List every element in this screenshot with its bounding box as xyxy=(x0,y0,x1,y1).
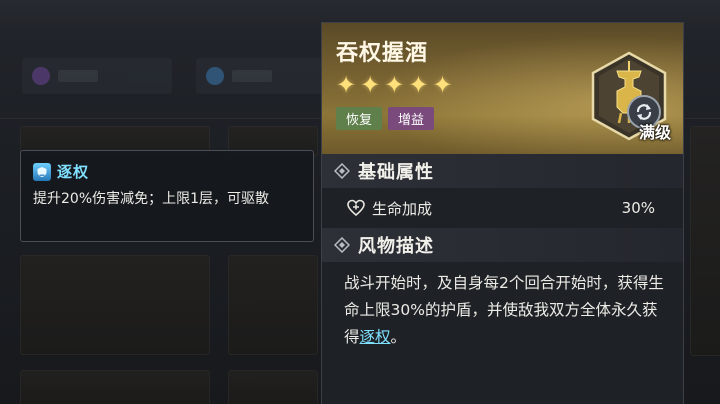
diamond-icon xyxy=(334,237,350,253)
heart-icon xyxy=(347,199,365,217)
tooltip-title: 逐权 xyxy=(57,163,90,181)
tag-restore: 恢复 xyxy=(336,107,383,130)
relic-header: 吞权握酒 ✦ ✦ ✦ ✦ ✦ 恢复 增益 满级 xyxy=(322,23,683,154)
background-tab xyxy=(22,58,172,94)
diamond-icon xyxy=(334,163,350,179)
attribute-row: 生命加成 30% xyxy=(322,188,683,228)
attribute-name: 生命加成 xyxy=(372,199,433,218)
star-icon: ✦ xyxy=(384,71,405,99)
attribute-value: 30% xyxy=(621,199,655,217)
keyword-tooltip: 逐权 提升20%伤害减免；上限1层，可驱散 xyxy=(20,150,314,242)
relic-detail-panel: 吞权握酒 ✦ ✦ ✦ ✦ ✦ 恢复 增益 满级 基础属性 生命加成 30% 风物… xyxy=(321,22,684,404)
star-icon: ✦ xyxy=(360,71,381,99)
tag-buff: 增益 xyxy=(388,107,435,130)
game-screen: 逐权 提升20%伤害减免；上限1层，可驱散 吞权握酒 ✦ ✦ ✦ ✦ ✦ 恢复 … xyxy=(0,0,720,404)
background-card xyxy=(228,370,318,404)
section-description: 风物描述 xyxy=(322,228,683,262)
star-icon: ✦ xyxy=(336,71,357,99)
background-card xyxy=(20,370,210,404)
section-title: 基础属性 xyxy=(358,162,434,183)
description-text-end: 。 xyxy=(390,328,407,346)
section-title: 风物描述 xyxy=(358,236,434,257)
background-card xyxy=(228,255,318,355)
star-icon: ✦ xyxy=(408,71,429,99)
background-card xyxy=(20,255,210,355)
shield-buff-icon xyxy=(33,162,51,181)
level-badge: 满级 xyxy=(638,123,671,142)
keyword-link[interactable]: 逐权 xyxy=(360,328,391,346)
section-base-attributes: 基础属性 xyxy=(322,154,683,188)
background-card xyxy=(690,126,720,356)
relic-description: 战斗开始时，及自身每2个回合开始时，获得生命上限30%的护盾，并使敌我双方全体永… xyxy=(322,262,683,351)
tooltip-description: 提升20%伤害减免；上限1层，可驱散 xyxy=(33,191,270,207)
star-icon: ✦ xyxy=(432,71,453,99)
